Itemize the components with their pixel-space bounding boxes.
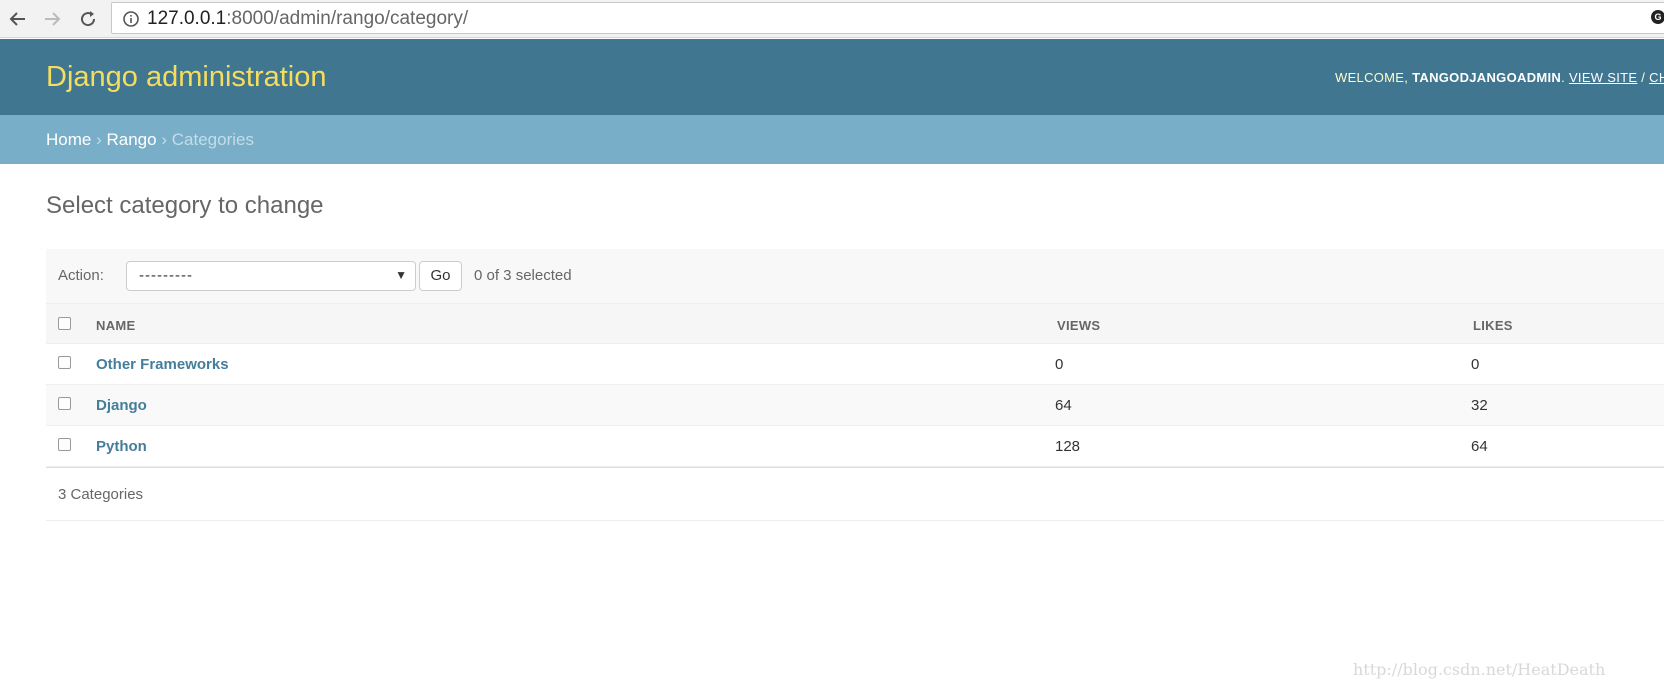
site-header: Django administration WELCOME, TANGODJAN… [0,39,1664,115]
action-label: Action: [58,267,104,284]
username: TANGODJANGOADMIN [1412,70,1562,85]
action-select-value: --------- [139,267,193,284]
watermark-text: http://blog.csdn.net/HeatDeath [1353,660,1606,679]
table-row: Other Frameworks 0 0 [46,344,1664,385]
reload-icon [81,11,96,27]
change-password-link[interactable]: CH [1649,70,1664,85]
go-button[interactable]: Go [419,261,462,291]
action-select[interactable]: --------- ▼ [126,261,416,291]
breadcrumb: Home › Rango › Categories [0,115,1664,164]
breadcrumb-separator: › [161,130,168,149]
table-row: Python 128 64 [46,426,1664,467]
breadcrumb-rango[interactable]: Rango [107,130,157,149]
views-value: 0 [1055,356,1064,373]
back-arrow-icon [9,12,25,26]
column-header-views[interactable]: VIEWS [1057,318,1100,333]
table-row: Django 64 32 [46,385,1664,426]
row-checkbox[interactable] [58,356,71,369]
likes-value: 0 [1471,356,1480,373]
selected-count: 0 of 3 selected [474,267,572,284]
category-name-link[interactable]: Python [96,438,147,455]
select-all-checkbox[interactable] [58,317,71,330]
category-name-link[interactable]: Other Frameworks [96,356,229,373]
row-checkbox[interactable] [58,438,71,451]
views-value: 64 [1055,397,1072,414]
browser-toolbar: 127.0.0.1:8000/admin/rango/category/ G [0,0,1664,38]
view-site-link[interactable]: VIEW SITE [1569,70,1637,85]
url-host: 127.0.0.1 [147,8,227,29]
breadcrumb-current: Categories [171,130,254,149]
url-path: :8000/admin/rango/category/ [226,8,469,29]
column-header-name[interactable]: NAME [96,318,135,333]
forward-arrow-icon [45,12,61,26]
back-button[interactable] [4,5,32,33]
row-checkbox[interactable] [58,397,71,410]
user-tools-dot: . [1561,70,1569,85]
breadcrumb-home[interactable]: Home [46,130,91,149]
chevron-down-icon: ▼ [395,268,407,282]
info-icon [123,11,139,27]
actions-bar: Action: --------- ▼ Go 0 of 3 selected [46,249,1664,303]
site-branding[interactable]: Django administration [46,61,326,94]
extension-icon[interactable]: G [1651,10,1664,24]
category-name-link[interactable]: Django [96,397,147,414]
paginator: 3 Categories [46,468,1664,521]
breadcrumb-separator: › [96,130,102,149]
forward-button[interactable] [38,5,66,33]
views-value: 128 [1055,438,1081,455]
likes-value: 64 [1471,438,1488,455]
welcome-text: WELCOME, [1335,70,1413,85]
user-tools: WELCOME, TANGODJANGOADMIN. VIEW SITE / C… [1335,70,1664,85]
url-text: 127.0.0.1:8000/admin/rango/category/ [147,8,468,30]
column-header-likes[interactable]: LIKES [1473,318,1513,333]
reload-button[interactable] [74,5,102,33]
user-tools-slash: / [1637,70,1650,85]
table-header-row: NAME VIEWS LIKES [46,303,1664,344]
page-title: Select category to change [46,192,324,219]
address-bar[interactable]: 127.0.0.1:8000/admin/rango/category/ [111,2,1664,34]
likes-value: 32 [1471,397,1488,414]
